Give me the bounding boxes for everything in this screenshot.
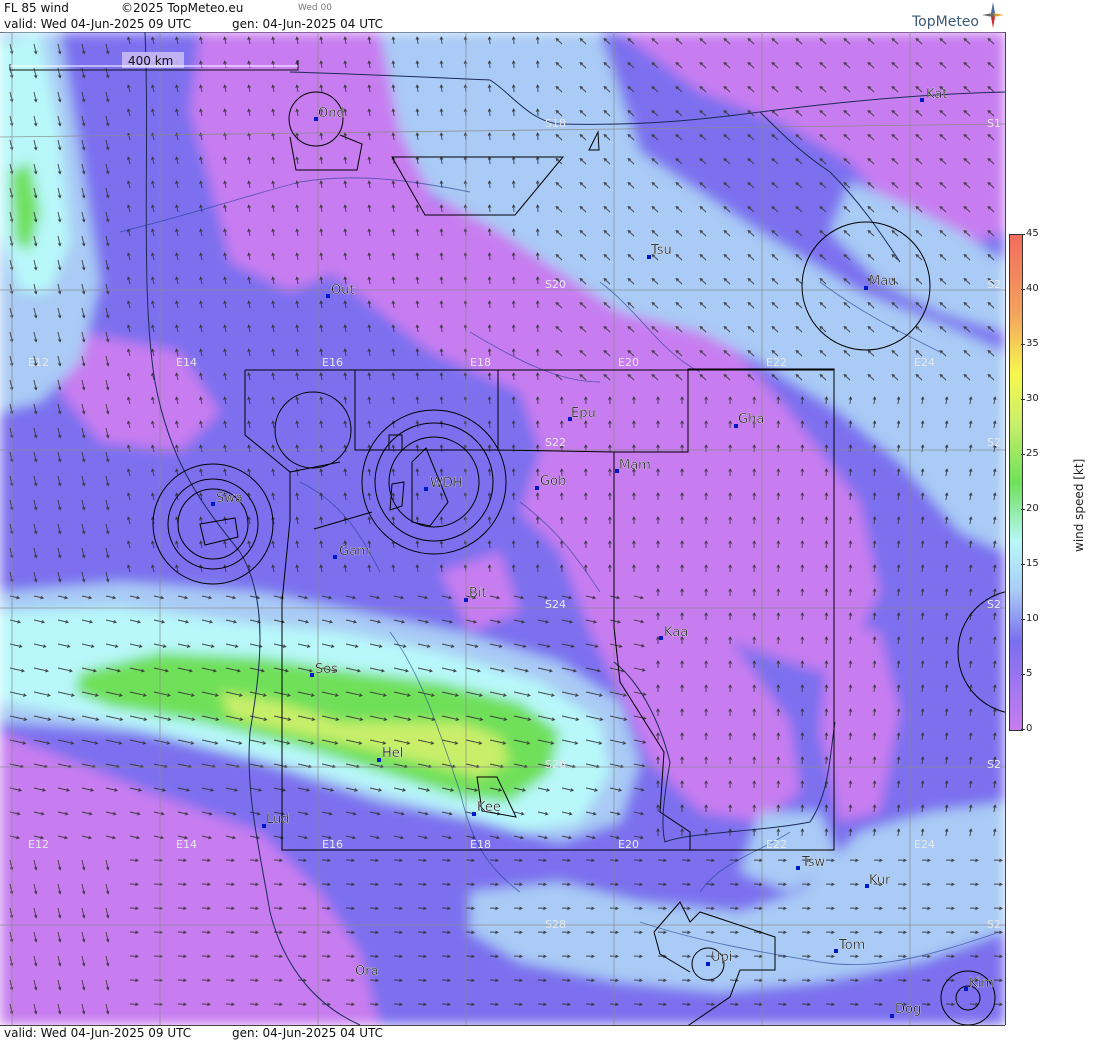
- colorbar-tick-0: 0: [1026, 723, 1033, 734]
- colorbar-tick-mark: [1021, 344, 1025, 345]
- colorbar-tick-mark: [1021, 289, 1025, 290]
- colorbar-tick-mark: [1021, 399, 1025, 400]
- lat-edge-label-s26: S2: [987, 758, 1001, 771]
- colorbar-tick-mark: [1021, 454, 1025, 455]
- colorbar-tick-20: 20: [1026, 503, 1039, 514]
- lon-label-e20-bottom: E20: [618, 838, 639, 851]
- valid-time: valid: Wed 04-Jun-2025 09 UTC: [4, 17, 192, 31]
- place-hel: Hel: [382, 746, 403, 761]
- colorbar-tick-mark: [1021, 674, 1025, 675]
- small-day-label: Wed 00: [298, 3, 332, 13]
- place-dog: Dog: [895, 1002, 921, 1017]
- place-tsw: Tsw: [801, 855, 826, 870]
- generated-time: gen: 04-Jun-2025 04 UTC: [232, 17, 384, 31]
- colorbar-tick-25: 25: [1026, 448, 1039, 459]
- brand-logo-text: TopMeteo: [912, 14, 979, 30]
- lon-label-e18-top: E18: [470, 356, 491, 369]
- place-sos: Sos: [315, 662, 338, 677]
- lat-edge-label-top: S1: [987, 117, 1001, 130]
- place-wdh: WDH: [430, 476, 463, 491]
- place-mam: Mam: [619, 458, 651, 473]
- footer-generated-time: gen: 04-Jun-2025 04 UTC: [232, 1026, 384, 1040]
- place-gob: Gob: [540, 474, 566, 489]
- product-title: FL 85 wind: [4, 1, 69, 15]
- lat-label-s18: S18: [545, 117, 566, 130]
- lat-edge-label-s28: S2: [987, 918, 1001, 931]
- wind-speed-field: [0, 32, 1005, 1025]
- place-out: Out: [331, 283, 355, 298]
- lat-edge-label-s20: S2: [987, 278, 1001, 291]
- colorbar-tick-35: 35: [1026, 338, 1039, 349]
- lat-label-s26: S26: [545, 758, 566, 771]
- wind-speed-colorbar: [1009, 234, 1023, 731]
- place-tsu: Tsu: [650, 243, 672, 258]
- colorbar-tick-mark: [1021, 509, 1025, 510]
- place-kat: Kat: [926, 87, 947, 102]
- place-kur: Kur: [869, 873, 891, 888]
- lon-label-e24-bottom: E24: [914, 838, 935, 851]
- lat-edge-label-s22: S2: [987, 436, 1001, 449]
- lat-label-s24: S24: [545, 598, 566, 611]
- colorbar-tick-40: 40: [1026, 283, 1039, 294]
- place-gam: Gam: [339, 544, 370, 559]
- lat-label-s28: S28: [545, 918, 566, 931]
- place-bit: Bit: [469, 586, 487, 601]
- colorbar-tick-mark: [1021, 564, 1025, 565]
- place-upi: Upi: [711, 950, 732, 965]
- colorbar-tick-5: 5: [1026, 668, 1033, 679]
- lon-label-e24-top: E24: [914, 356, 935, 369]
- place-kaa: Kaa: [664, 625, 688, 640]
- colorbar-tick-mark: [1021, 234, 1025, 235]
- lon-label-e14-top: E14: [176, 356, 197, 369]
- copyright: ©2025 TopMeteo.eu: [121, 1, 244, 15]
- colorbar-tick-45: 45: [1026, 228, 1039, 239]
- colorbar-tick-mark: [1021, 729, 1025, 730]
- colorbar-title: wind speed [kt]: [1072, 458, 1086, 552]
- place-kim: Kim: [969, 976, 994, 991]
- place-gha: Gha: [738, 412, 764, 427]
- lon-label-e18-bottom: E18: [470, 838, 491, 851]
- lon-label-e16-bottom: E16: [322, 838, 343, 851]
- place-ond: Ond: [318, 106, 345, 121]
- lon-label-e14-bottom: E14: [176, 838, 197, 851]
- place-epu: Epu: [571, 406, 596, 421]
- place-lud: Lud: [266, 812, 290, 827]
- footer: valid: Wed 04-Jun-2025 09 UTC gen: 04-Ju…: [0, 1025, 1005, 1041]
- place-tom: Tom: [838, 938, 865, 953]
- lat-label-s20: S20: [545, 278, 566, 291]
- lon-label-e16-top: E16: [322, 356, 343, 369]
- lon-label-e20-top: E20: [618, 356, 639, 369]
- colorbar-tick-mark: [1021, 619, 1025, 620]
- lon-label-e12-bottom: E12: [28, 838, 49, 851]
- colorbar-tick-10: 10: [1026, 613, 1039, 624]
- wind-map[interactable]: E12 E14 E16 E18 E20 E22 E24 E12 E14 E16 …: [0, 32, 1006, 1025]
- lat-edge-label-s24: S2: [987, 598, 1001, 611]
- colorbar-tick-30: 30: [1026, 393, 1039, 404]
- lon-label-e22-bottom: E22: [766, 838, 787, 851]
- place-kee: Kee: [477, 800, 501, 815]
- place-swa: Swa: [216, 491, 243, 506]
- colorbar-tick-15: 15: [1026, 558, 1039, 569]
- lon-label-e12-top: E12: [28, 356, 49, 369]
- compass-logo-icon: [982, 2, 1004, 28]
- header: FL 85 wind ©2025 TopMeteo.eu Wed 00 vali…: [0, 0, 1005, 33]
- lon-label-e22-top: E22: [766, 356, 787, 369]
- place-mau: Mau: [869, 274, 896, 289]
- lat-label-s22: S22: [545, 436, 566, 449]
- footer-valid-time: valid: Wed 04-Jun-2025 09 UTC: [4, 1026, 192, 1040]
- place-ora: Ora: [355, 964, 379, 979]
